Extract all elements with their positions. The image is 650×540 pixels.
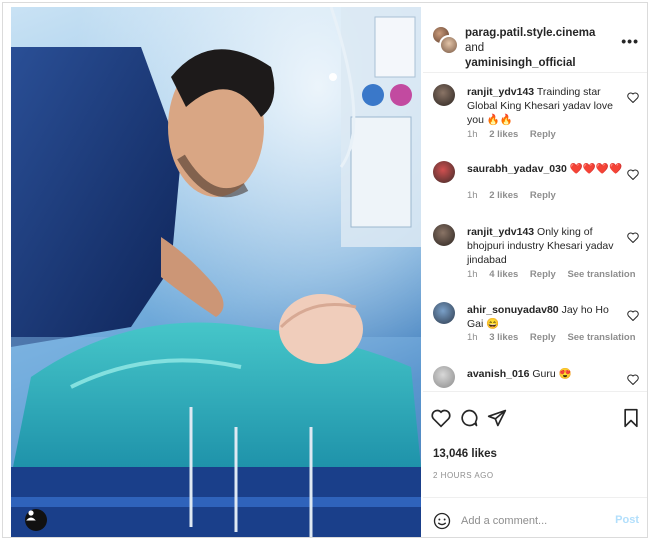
likes-count[interactable]: 13,046 likes bbox=[433, 448, 497, 460]
comment-text-block: saurabh_yadav_030 ❤️❤️❤️❤️ bbox=[467, 162, 627, 176]
avatar[interactable] bbox=[433, 84, 455, 106]
avatar[interactable] bbox=[433, 366, 455, 388]
comment-username[interactable]: saurabh_yadav_030 bbox=[467, 163, 567, 175]
author-link[interactable]: parag.patil.style.cinema bbox=[465, 27, 595, 39]
comment-likes[interactable]: 4 likes bbox=[489, 269, 518, 280]
avatar[interactable] bbox=[433, 302, 455, 324]
heart-icon[interactable] bbox=[627, 169, 639, 180]
reply-button[interactable]: Reply bbox=[530, 332, 556, 343]
see-translation-link[interactable]: See translation bbox=[567, 332, 635, 343]
author-link[interactable]: yaminisingh_official bbox=[465, 57, 576, 69]
comment-text-block: ahir_sonuyadav80 Jay ho Ho Gai 😄 bbox=[467, 303, 627, 331]
comment-icon[interactable] bbox=[459, 408, 479, 428]
post-side-panel: parag.patil.style.cinema and yaminisingh… bbox=[423, 7, 647, 537]
comment-text-block: ranjit_ydv143 Only king of bhojpuri indu… bbox=[467, 225, 627, 267]
comment-meta: 1h 2 likes Reply bbox=[467, 190, 565, 201]
reply-button[interactable]: Reply bbox=[530, 190, 556, 201]
heart-icon[interactable] bbox=[627, 310, 639, 321]
comment-likes[interactable]: 3 likes bbox=[489, 332, 518, 343]
avatar[interactable] bbox=[439, 35, 459, 55]
author-joiner: and bbox=[465, 42, 485, 54]
comment-likes[interactable]: 2 likes bbox=[489, 190, 518, 201]
add-comment-bar: Post bbox=[423, 497, 647, 537]
see-translation-link[interactable]: See translation bbox=[567, 269, 635, 280]
emoji-icon[interactable] bbox=[433, 512, 451, 530]
comment-username[interactable]: ranjit_ydv143 bbox=[467, 86, 534, 98]
more-options-icon[interactable]: ••• bbox=[621, 33, 639, 49]
post-actions: 13,046 likes 2 HOURS AGO bbox=[423, 391, 647, 491]
comment-list: ranjit_ydv143 Trainding star Global King… bbox=[423, 74, 647, 390]
comment-time: 1h bbox=[467, 332, 478, 343]
comment-meta: 1h 4 likes Reply See translation bbox=[467, 269, 645, 280]
comment-item: ahir_sonuyadav80 Jay ho Ho Gai 😄 1h 3 li… bbox=[423, 302, 647, 343]
reply-button[interactable]: Reply bbox=[530, 269, 556, 280]
instagram-post: parag.patil.style.cinema and yaminisingh… bbox=[2, 2, 648, 538]
user-tag-icon[interactable] bbox=[25, 509, 47, 531]
bookmark-icon[interactable] bbox=[621, 408, 641, 428]
post-header: parag.patil.style.cinema and yaminisingh… bbox=[423, 7, 647, 73]
comment-time: 1h bbox=[467, 269, 478, 280]
comment-username[interactable]: ranjit_ydv143 bbox=[467, 226, 534, 238]
comment-text-block: avanish_016 Guru 😍 bbox=[467, 367, 627, 381]
photo-illustration bbox=[11, 7, 421, 537]
comment-username[interactable]: ahir_sonuyadav80 bbox=[467, 304, 559, 316]
comment-username[interactable]: avanish_016 bbox=[467, 368, 529, 380]
comment-item: ranjit_ydv143 Trainding star Global King… bbox=[423, 84, 647, 142]
comment-item: saurabh_yadav_030 ❤️❤️❤️❤️ 1h 2 likes Re… bbox=[423, 161, 647, 201]
heart-icon[interactable] bbox=[627, 232, 639, 243]
comment-item: ranjit_ydv143 Only king of bhojpuri indu… bbox=[423, 224, 647, 282]
comment-meta: 1h 2 likes Reply bbox=[467, 129, 565, 140]
avatar[interactable] bbox=[433, 161, 455, 183]
avatar[interactable] bbox=[433, 224, 455, 246]
comment-time: 1h bbox=[467, 190, 478, 201]
comment-text: ❤️❤️❤️❤️ bbox=[569, 163, 623, 175]
heart-icon[interactable] bbox=[627, 374, 639, 385]
author-avatars[interactable] bbox=[431, 25, 459, 57]
comment-time: 1h bbox=[467, 129, 478, 140]
reply-button[interactable]: Reply bbox=[530, 129, 556, 140]
heart-icon[interactable] bbox=[431, 408, 451, 428]
comment-input[interactable] bbox=[461, 512, 601, 530]
comment-item: avanish_016 Guru 😍 bbox=[423, 366, 647, 390]
post-photo[interactable] bbox=[11, 7, 421, 537]
heart-icon[interactable] bbox=[627, 92, 639, 103]
comment-text-block: ranjit_ydv143 Trainding star Global King… bbox=[467, 85, 627, 127]
post-authors: parag.patil.style.cinema and yaminisingh… bbox=[465, 26, 615, 71]
post-time[interactable]: 2 HOURS AGO bbox=[433, 471, 494, 480]
comment-text: Guru 😍 bbox=[532, 368, 572, 380]
share-icon[interactable] bbox=[487, 408, 507, 428]
comment-meta: 1h 3 likes Reply See translation bbox=[467, 332, 645, 343]
comment-likes[interactable]: 2 likes bbox=[489, 129, 518, 140]
post-comment-button[interactable]: Post bbox=[615, 514, 639, 526]
